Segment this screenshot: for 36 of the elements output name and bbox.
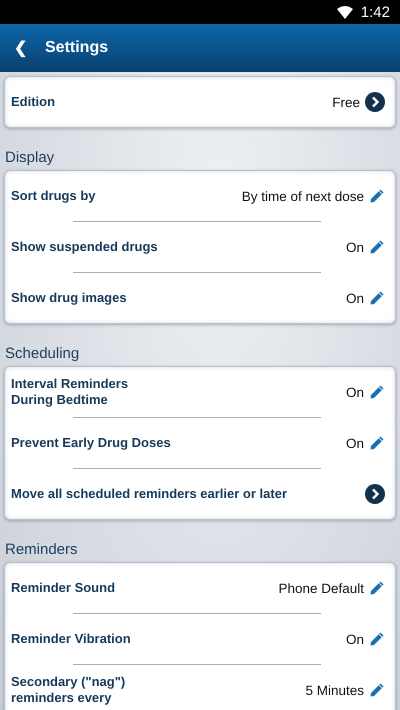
chevron-right-icon[interactable] bbox=[365, 92, 385, 112]
pencil-icon[interactable] bbox=[369, 384, 385, 400]
setting-value: On bbox=[346, 436, 364, 450]
setting-label[interactable]: Reminder Vibration bbox=[11, 631, 131, 647]
pencil-icon[interactable] bbox=[369, 239, 385, 255]
setting-value: On bbox=[346, 240, 364, 254]
chevron-right-icon[interactable] bbox=[365, 484, 385, 504]
pencil-icon[interactable] bbox=[369, 580, 385, 596]
pencil-icon[interactable] bbox=[369, 682, 385, 698]
setting-label[interactable]: Reminder Sound bbox=[11, 580, 116, 596]
back-button[interactable]: ❮ bbox=[14, 38, 27, 58]
setting-value: Free bbox=[332, 94, 360, 110]
pencil-icon[interactable] bbox=[369, 435, 385, 451]
pencil-icon[interactable] bbox=[369, 290, 385, 306]
section-title: Display bbox=[4, 148, 56, 168]
setting-label[interactable]: Sort drugs by bbox=[11, 188, 96, 204]
setting-value: On bbox=[346, 632, 364, 646]
setting-value: On bbox=[346, 290, 364, 306]
setting-label[interactable]: Secondary ("nag") reminders every bbox=[11, 674, 126, 706]
setting-value: On bbox=[346, 384, 364, 400]
setting-label[interactable]: Prevent Early Drug Doses bbox=[11, 435, 171, 451]
status-time: 1:42 bbox=[360, 4, 390, 20]
setting-value: 5 Minutes bbox=[305, 682, 364, 698]
section-title: Scheduling bbox=[4, 344, 80, 364]
setting-value: By time of next dose bbox=[242, 188, 364, 204]
section-title: Reminders bbox=[4, 540, 79, 560]
setting-label[interactable]: Interval Reminders During Bedtime bbox=[11, 376, 128, 408]
setting-label[interactable]: Show drug images bbox=[11, 290, 127, 306]
setting-value: Phone Default bbox=[278, 580, 364, 596]
pencil-icon[interactable] bbox=[369, 631, 385, 647]
setting-label[interactable]: Edition bbox=[11, 94, 56, 110]
wifi-icon bbox=[336, 6, 353, 18]
setting-label[interactable]: Move all scheduled reminders earlier or later bbox=[11, 486, 288, 502]
pencil-icon[interactable] bbox=[369, 188, 385, 204]
setting-label[interactable]: Show suspended drugs bbox=[11, 239, 158, 255]
screen-title: Settings bbox=[45, 39, 108, 57]
